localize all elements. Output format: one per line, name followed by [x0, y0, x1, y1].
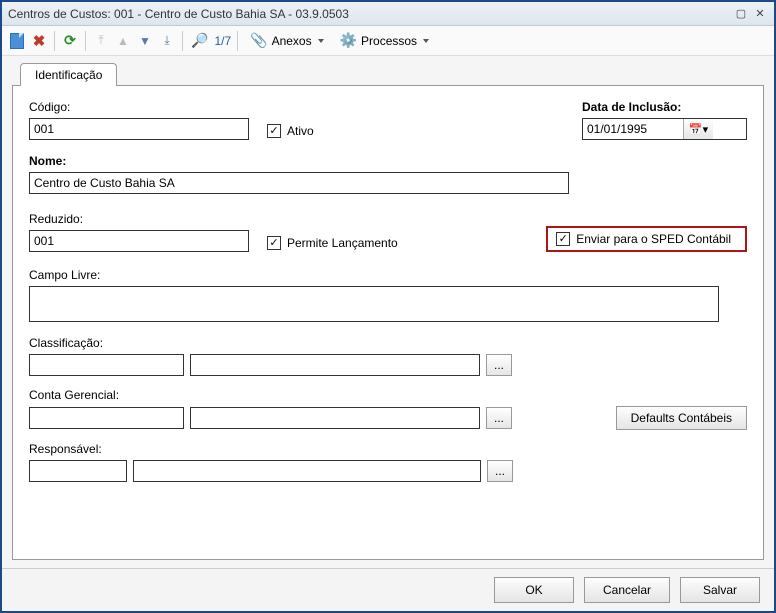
classificacao-label: Classificação:	[29, 336, 747, 350]
codigo-label: Código:	[29, 100, 249, 114]
content: Identificação Código: ✓ Ativo Data de In…	[2, 56, 774, 568]
permite-lancamento-label: Permite Lançamento	[287, 236, 398, 250]
nav-prev-icon: ▲	[117, 34, 129, 48]
new-button[interactable]	[8, 31, 26, 51]
responsavel-lookup-button[interactable]: ...	[487, 460, 513, 482]
close-icon[interactable]: ✕	[752, 6, 768, 21]
date-picker-button[interactable]: 📅▾	[683, 119, 713, 139]
cancelar-button[interactable]: Cancelar	[584, 577, 670, 603]
delete-button[interactable]: ✖	[30, 31, 48, 51]
attachment-icon: 📎	[250, 32, 267, 49]
find-button[interactable]: 🔎	[189, 31, 210, 51]
chevron-down-icon	[423, 39, 429, 43]
permite-lancamento-checkbox[interactable]: ✓ Permite Lançamento	[267, 236, 398, 250]
sped-highlight: ✓ Enviar para o SPED Contábil	[546, 226, 747, 252]
tabstrip: Identificação	[20, 62, 764, 85]
refresh-button[interactable]: ⟳	[61, 31, 79, 51]
reduzido-input[interactable]	[29, 230, 249, 252]
data-inclusao-input[interactable]	[583, 119, 683, 139]
salvar-button[interactable]: Salvar	[680, 577, 760, 603]
titlebar: Centros de Custos: 001 - Centro de Custo…	[2, 2, 774, 26]
window: Centros de Custos: 001 - Centro de Custo…	[0, 0, 776, 613]
data-inclusao-field: 📅▾	[582, 118, 747, 140]
separator	[85, 31, 86, 51]
footer: OK Cancelar Salvar	[2, 568, 774, 611]
refresh-icon: ⟳	[64, 32, 76, 49]
defaults-contabeis-button[interactable]: Defaults Contábeis	[616, 406, 747, 430]
ativo-checkbox[interactable]: ✓ Ativo	[267, 124, 314, 138]
calendar-icon: 📅▾	[689, 123, 708, 136]
responsavel-desc-input[interactable]	[133, 460, 481, 482]
gear-icon: ⚙️	[340, 32, 357, 49]
processos-dropdown[interactable]: ⚙️ Processos	[334, 30, 435, 51]
tab-identificacao[interactable]: Identificação	[20, 63, 117, 86]
checkbox-icon: ✓	[267, 124, 281, 138]
detach-icon[interactable]: ▢	[733, 6, 749, 21]
delete-icon: ✖	[33, 32, 46, 50]
nav-next-button[interactable]: ▼	[136, 31, 154, 51]
conta-gerencial-code-input[interactable]	[29, 407, 184, 429]
ativo-label: Ativo	[287, 124, 314, 138]
window-title: Centros de Custos: 001 - Centro de Custo…	[8, 7, 733, 21]
binoculars-icon: 🔎	[191, 32, 208, 49]
new-icon	[10, 33, 24, 49]
responsavel-code-input[interactable]	[29, 460, 127, 482]
enviar-sped-label: Enviar para o SPED Contábil	[576, 232, 731, 246]
conta-gerencial-label: Conta Gerencial:	[29, 388, 747, 402]
processos-label: Processos	[361, 34, 417, 48]
panel: Código: ✓ Ativo Data de Inclusão: 📅▾	[12, 85, 764, 560]
separator	[54, 31, 55, 51]
classificacao-desc-input[interactable]	[190, 354, 480, 376]
nav-next-icon: ▼	[139, 34, 151, 48]
separator	[182, 31, 183, 51]
reduzido-label: Reduzido:	[29, 212, 249, 226]
campo-livre-input[interactable]	[29, 286, 719, 322]
anexos-label: Anexos	[272, 34, 312, 48]
window-controls: ▢ ✕	[733, 6, 768, 21]
data-inclusao-label: Data de Inclusão:	[582, 100, 747, 114]
enviar-sped-checkbox[interactable]: ✓ Enviar para o SPED Contábil	[556, 232, 731, 246]
responsavel-label: Responsável:	[29, 442, 747, 456]
nome-input[interactable]	[29, 172, 569, 194]
classificacao-lookup-button[interactable]: ...	[486, 354, 512, 376]
nav-prev-button[interactable]: ▲	[114, 31, 132, 51]
nav-first-icon: ⤒	[98, 33, 103, 48]
campo-livre-label: Campo Livre:	[29, 268, 747, 282]
codigo-input[interactable]	[29, 118, 249, 140]
nav-first-button[interactable]: ⤒	[92, 31, 110, 51]
separator	[237, 31, 238, 51]
checkbox-icon: ✓	[267, 236, 281, 250]
conta-gerencial-desc-input[interactable]	[190, 407, 480, 429]
checkbox-icon: ✓	[556, 232, 570, 246]
nome-label: Nome:	[29, 154, 747, 168]
nav-last-button[interactable]: ⤓	[158, 31, 176, 51]
nav-last-icon: ⤓	[164, 33, 169, 48]
chevron-down-icon	[318, 39, 324, 43]
conta-gerencial-lookup-button[interactable]: ...	[486, 407, 512, 429]
record-counter: 1/7	[214, 34, 231, 48]
ok-button[interactable]: OK	[494, 577, 574, 603]
classificacao-code-input[interactable]	[29, 354, 184, 376]
anexos-dropdown[interactable]: 📎 Anexos	[244, 30, 329, 51]
toolbar: ✖ ⟳ ⤒ ▲ ▼ ⤓ 🔎 1/7 📎 Anexos ⚙️ Processos	[2, 26, 774, 56]
